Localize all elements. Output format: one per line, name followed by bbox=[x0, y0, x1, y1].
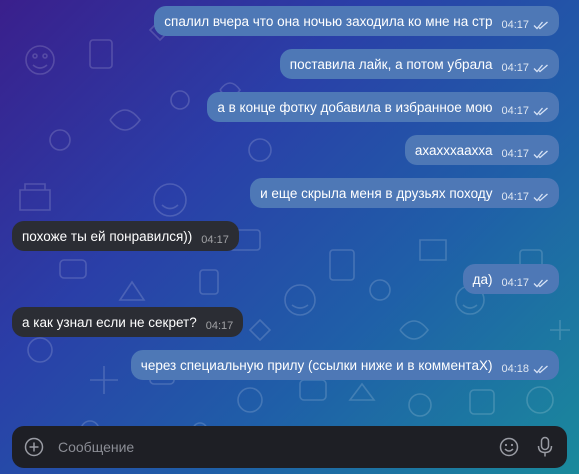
message-meta: 04:17 bbox=[501, 277, 549, 289]
double-check-icon bbox=[533, 21, 548, 29]
message-time: 04:18 bbox=[501, 362, 529, 375]
message-meta: 04:17 bbox=[501, 62, 549, 74]
message-time: 04:17 bbox=[501, 190, 529, 203]
double-check-icon bbox=[533, 64, 548, 72]
message-input[interactable] bbox=[58, 432, 497, 462]
plus-circle-icon[interactable] bbox=[22, 435, 46, 459]
message-meta: 04:17 bbox=[201, 234, 229, 246]
outgoing-message[interactable]: а в конце фотку добавила в избранное мою… bbox=[207, 92, 559, 122]
outgoing-message[interactable]: и еще скрыла меня в друзьях походу 04:17 bbox=[250, 178, 559, 208]
message-time: 04:17 bbox=[501, 61, 529, 74]
smiley-icon[interactable] bbox=[497, 435, 521, 459]
double-check-icon bbox=[533, 193, 548, 201]
message-meta: 04:17 bbox=[501, 19, 549, 31]
message-meta: 04:17 bbox=[501, 105, 549, 117]
message-text: да) bbox=[472, 271, 493, 287]
message-text: ахахххаахха bbox=[414, 142, 493, 158]
message-time: 04:17 bbox=[501, 18, 529, 31]
message-text: а как узнал если не секрет? bbox=[22, 314, 197, 330]
message-text: спалил вчера что она ночью заходила ко м… bbox=[164, 13, 493, 29]
message-text: похоже ты ей понравился)) bbox=[22, 228, 193, 244]
microphone-icon[interactable] bbox=[533, 435, 557, 459]
incoming-message[interactable]: а как узнал если не секрет? 04:17 bbox=[12, 307, 244, 337]
message-time: 04:17 bbox=[501, 276, 529, 289]
outgoing-message[interactable]: спалил вчера что она ночью заходила ко м… bbox=[154, 6, 559, 36]
message-time: 04:17 bbox=[501, 147, 529, 160]
message-text: а в конце фотку добавила в избранное мою bbox=[217, 99, 493, 115]
double-check-icon bbox=[533, 150, 548, 158]
message-text: через специальную прилу (ссылки ниже и в… bbox=[140, 357, 493, 373]
outgoing-message[interactable]: через специальную прилу (ссылки ниже и в… bbox=[130, 350, 559, 380]
message-meta: 04:18 bbox=[501, 363, 549, 375]
outgoing-message[interactable]: да) 04:17 bbox=[462, 264, 559, 294]
message-time: 04:17 bbox=[201, 233, 229, 246]
incoming-message[interactable]: похоже ты ей понравился)) 04:17 bbox=[12, 221, 239, 251]
message-list[interactable]: спалил вчера что она ночью заходила ко м… bbox=[0, 0, 579, 424]
double-check-icon bbox=[533, 279, 548, 287]
message-time: 04:17 bbox=[501, 104, 529, 117]
message-text: поставила лайк, а потом убрала bbox=[289, 56, 493, 72]
message-meta: 04:17 bbox=[501, 148, 549, 160]
message-time: 04:17 bbox=[205, 319, 234, 332]
outgoing-message[interactable]: ахахххаахха 04:17 bbox=[404, 135, 559, 165]
message-meta: 04:17 bbox=[501, 191, 549, 203]
double-check-icon bbox=[533, 365, 548, 373]
message-meta: 04:17 bbox=[206, 320, 234, 332]
message-text: и еще скрыла меня в друзьях походу bbox=[260, 185, 493, 201]
double-check-icon bbox=[533, 107, 548, 115]
message-composer bbox=[12, 426, 567, 468]
outgoing-message[interactable]: поставила лайк, а потом убрала 04:17 bbox=[279, 49, 559, 79]
